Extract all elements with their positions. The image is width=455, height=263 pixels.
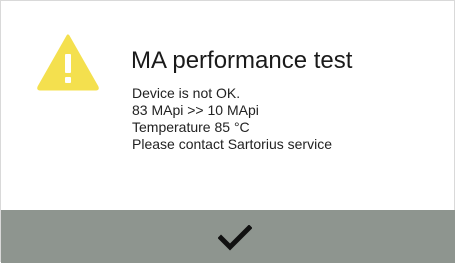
message-line-status: Device is not OK. xyxy=(132,85,241,101)
alert-dialog: MA performance test Device is not OK. 83… xyxy=(0,0,455,263)
warning-triangle-icon xyxy=(37,34,99,91)
checkmark-icon xyxy=(218,225,252,251)
dialog-title: MA performance test xyxy=(131,47,353,74)
dialog-message: Device is not OK. 83 MApi >> 10 MApi Tem… xyxy=(132,85,332,153)
message-line-value: 83 MApi >> 10 MApi xyxy=(132,102,259,118)
message-line-temperature: Temperature 85 °C xyxy=(132,119,250,135)
message-line-contact: Please contact Sartorius service xyxy=(132,136,332,152)
confirm-button[interactable] xyxy=(1,210,455,263)
